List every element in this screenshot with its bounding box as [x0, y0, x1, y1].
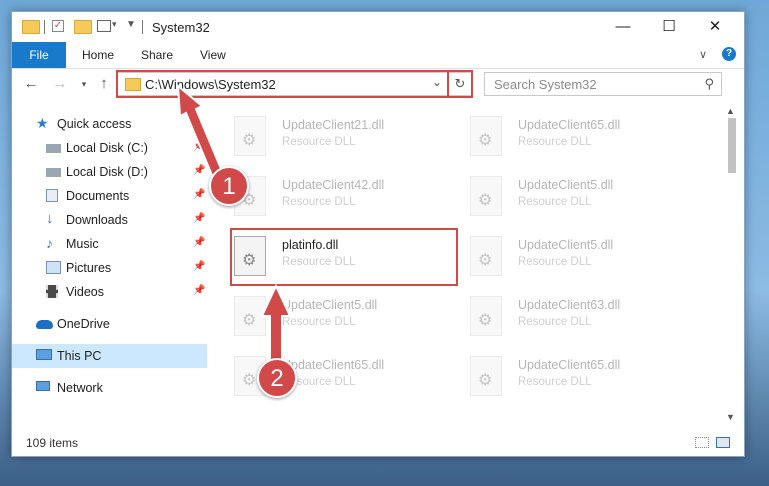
annotation-arrows [176, 83, 292, 369]
arrow-to-address [176, 83, 226, 182]
step-badge-2: 2 [257, 358, 297, 398]
desktop-background [0, 458, 769, 486]
step-badge-1: 1 [209, 166, 249, 206]
arrow-to-file [260, 283, 292, 369]
